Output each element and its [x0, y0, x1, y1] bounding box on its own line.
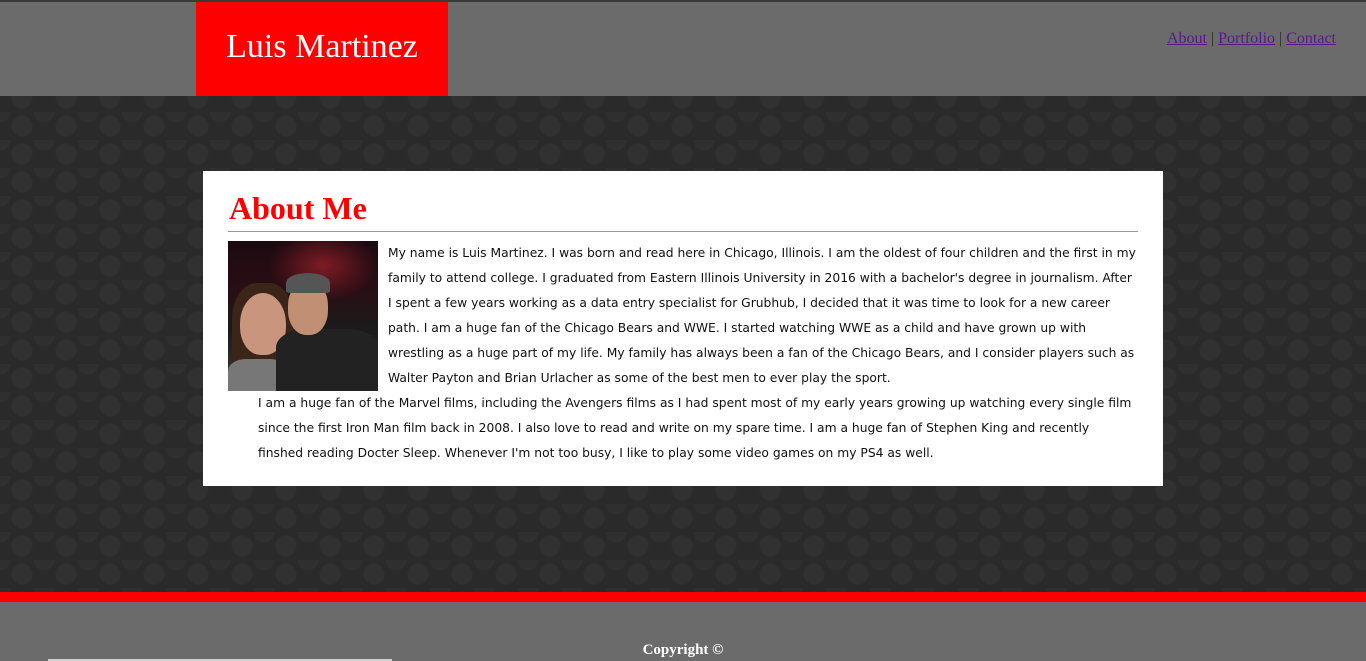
copyright-text: Copyright © [642, 642, 724, 658]
footer-accent-bar [0, 592, 1366, 602]
nav-link-about[interactable]: About [1167, 30, 1207, 47]
heading-divider [228, 231, 1138, 232]
about-text: My name is Luis Martinez. I was born and… [228, 241, 1138, 466]
site-header: Luis Martinez About | Portfolio | Contac… [0, 2, 1366, 96]
nav-link-portfolio[interactable]: Portfolio [1218, 30, 1275, 47]
nav-separator: | [1210, 30, 1215, 47]
page-title: About Me [229, 190, 367, 226]
nav-separator: | [1279, 30, 1283, 47]
about-card: About Me My name is Luis Martinez. I was… [203, 171, 1163, 486]
main-nav: About | Portfolio | Contact [1167, 30, 1336, 48]
site-footer: Copyright © [0, 602, 1366, 661]
site-title[interactable]: Luis Martinez [196, 2, 448, 96]
about-paragraph: I am a huge fan of the Marvel films, inc… [258, 396, 1132, 460]
nav-link-contact[interactable]: Contact [1286, 30, 1336, 47]
